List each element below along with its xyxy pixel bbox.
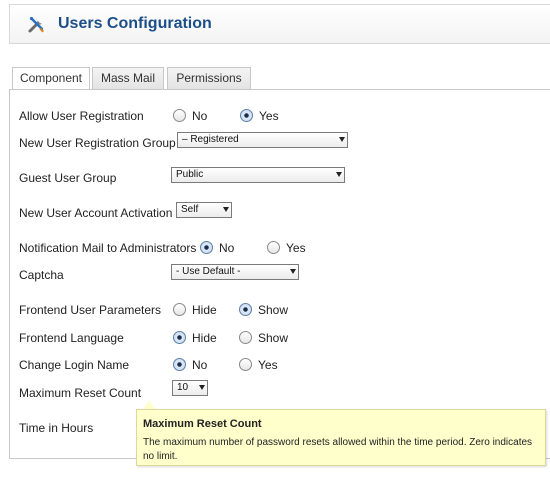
- frontend-language-hide-label: Hide: [192, 331, 217, 345]
- frontend-language-show-label: Show: [258, 331, 289, 345]
- frontend-params-hide-radio[interactable]: [173, 303, 186, 316]
- allow-registration-no-label: No: [192, 109, 208, 123]
- new-user-group-value: – Registered: [182, 134, 239, 145]
- chevron-down-icon: [336, 172, 342, 177]
- chevron-down-icon: [290, 269, 296, 274]
- guest-group-value: Public: [176, 169, 204, 180]
- change-login-no-label: No: [192, 358, 208, 372]
- guest-group-label: Guest User Group: [19, 171, 117, 185]
- activation-value: Self: [181, 204, 199, 215]
- notification-yes-radio[interactable]: [267, 241, 280, 254]
- page-title: Users Configuration: [58, 15, 212, 32]
- frontend-params-hide-label: Hide: [192, 303, 217, 317]
- change-login-yes-label: Yes: [258, 358, 278, 372]
- activation-select[interactable]: Self: [176, 202, 232, 218]
- frontend-language-show-radio[interactable]: [239, 331, 252, 344]
- notification-no-radio[interactable]: [200, 241, 213, 254]
- tooltip-title: Maximum Reset Count: [143, 418, 262, 430]
- notification-yes-label: Yes: [286, 241, 306, 255]
- max-reset-select[interactable]: 10: [172, 380, 208, 396]
- new-user-group-label: New User Registration Group: [19, 136, 176, 150]
- frontend-params-show-label: Show: [258, 303, 289, 317]
- change-login-yes-radio[interactable]: [239, 358, 252, 371]
- tab-component[interactable]: Component: [12, 67, 90, 91]
- frontend-params-label: Frontend User Parameters: [19, 303, 162, 317]
- activation-label: New User Account Activation: [19, 206, 173, 220]
- max-reset-value: 10: [177, 382, 189, 393]
- tools-icon: [28, 16, 44, 33]
- new-user-group-select[interactable]: – Registered: [177, 132, 348, 148]
- tooltip-text: The maximum number of password resets al…: [143, 437, 533, 462]
- captcha-label: Captcha: [19, 268, 64, 282]
- frontend-language-label: Frontend Language: [19, 331, 124, 345]
- time-hours-label: Time in Hours: [19, 421, 94, 435]
- page-header: Users Configuration: [9, 4, 550, 44]
- chevron-down-icon: [223, 207, 229, 212]
- change-login-no-radio[interactable]: [173, 358, 186, 371]
- change-login-label: Change Login Name: [19, 358, 130, 372]
- allow-registration-yes-label: Yes: [259, 109, 279, 123]
- tab-mass-mail[interactable]: Mass Mail: [92, 67, 164, 89]
- captcha-select[interactable]: - Use Default -: [171, 264, 299, 280]
- chevron-down-icon: [339, 137, 345, 142]
- tab-permissions[interactable]: Permissions: [167, 67, 251, 89]
- tooltip: Maximum Reset Count The maximum number o…: [136, 409, 546, 466]
- max-reset-label: Maximum Reset Count: [19, 386, 142, 400]
- notification-label: Notification Mail to Administrators: [19, 241, 197, 255]
- captcha-value: - Use Default -: [176, 266, 241, 277]
- allow-registration-no-radio[interactable]: [173, 109, 186, 122]
- notification-no-label: No: [219, 241, 235, 255]
- guest-group-select[interactable]: Public: [171, 167, 345, 183]
- frontend-params-show-radio[interactable]: [239, 303, 252, 316]
- allow-registration-yes-radio[interactable]: [240, 109, 253, 122]
- frontend-language-hide-radio[interactable]: [173, 331, 186, 344]
- chevron-down-icon: [199, 385, 205, 390]
- allow-registration-label: Allow User Registration: [19, 109, 144, 123]
